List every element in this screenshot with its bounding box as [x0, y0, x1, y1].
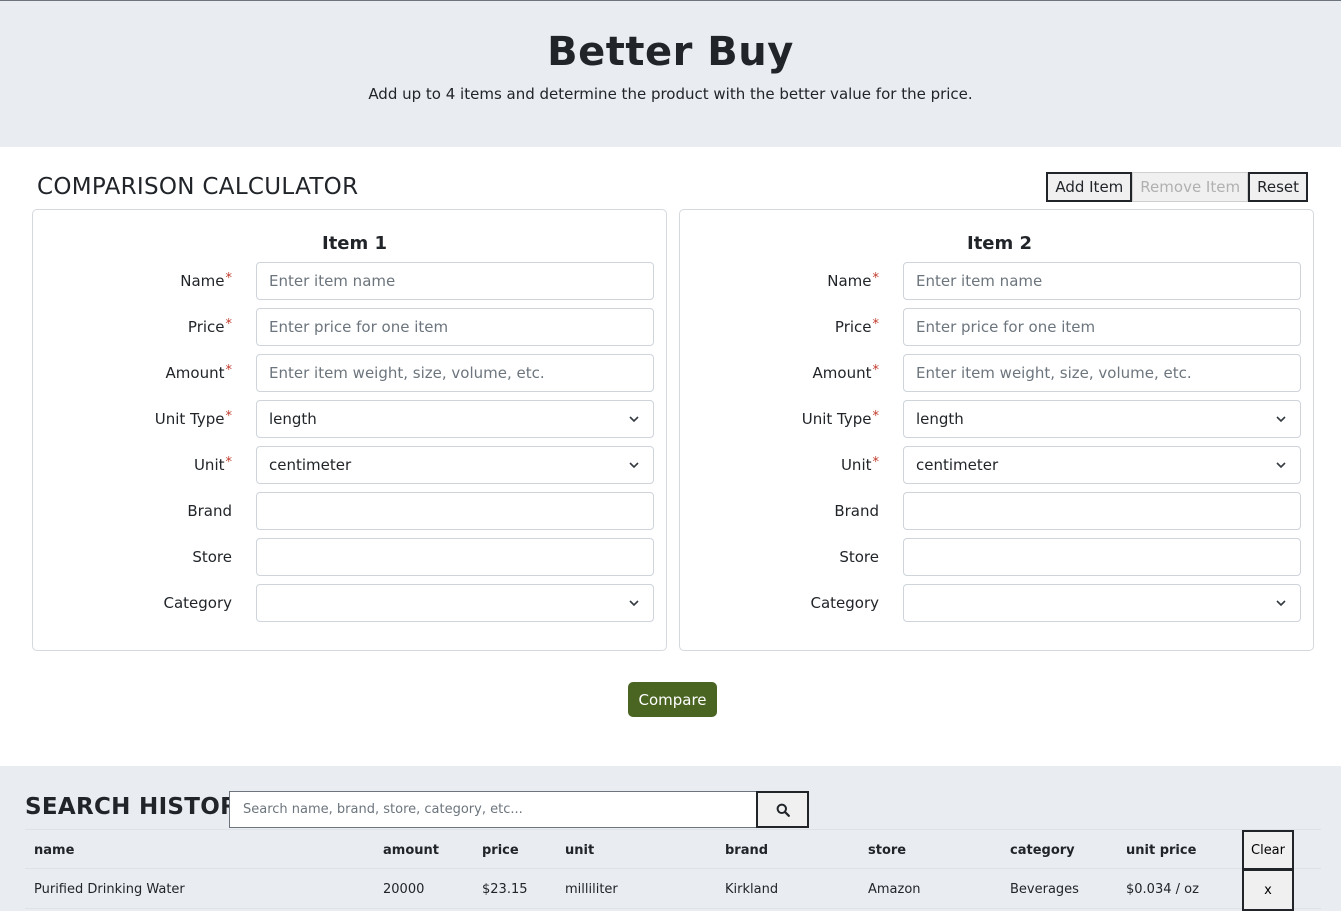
unit-row: Unit * centimeter: [33, 446, 666, 484]
cell-brand: Kirkland: [725, 881, 779, 897]
search-history-section: SEARCH HISTORY Search name, brand, store…: [0, 766, 1341, 911]
item-heading: Item 2: [967, 233, 1033, 254]
unit-value: centimeter: [916, 456, 999, 474]
price-row: Price * Enter price for one item: [680, 308, 1313, 346]
unit-type-row: Unit Type * length: [680, 400, 1313, 438]
item-card-2: Item 2 Name * Enter item name Price * Ente…: [679, 209, 1314, 651]
column-header: amount: [383, 842, 439, 858]
unit-type-select[interactable]: length: [903, 400, 1301, 438]
chevron-down-icon: [629, 462, 639, 469]
table-header-row: name amount price unit brand store categ…: [25, 829, 1321, 870]
item-heading: Item 1: [322, 233, 388, 254]
unit-type-value: length: [916, 410, 964, 428]
price-row: Price * Enter price for one item: [33, 308, 666, 346]
category-label: Category: [810, 594, 879, 612]
brand-label: Brand: [187, 502, 232, 520]
chevron-down-icon: [1276, 462, 1286, 469]
chevron-down-icon: [1276, 600, 1286, 607]
column-header: brand: [725, 842, 769, 858]
calculator-actions: Add Item Remove Item Reset: [1046, 172, 1308, 202]
column-header: category: [1010, 842, 1075, 858]
cell-store: Amazon: [868, 881, 921, 897]
amount-row: Amount * Enter item weight, size, volume,…: [33, 354, 666, 392]
name-row: Name * Enter item name: [680, 262, 1313, 300]
unit-label: Unit *: [193, 454, 232, 475]
chevron-down-icon: [1276, 416, 1286, 423]
unit-select[interactable]: centimeter: [903, 446, 1301, 484]
store-row: Store: [33, 538, 666, 576]
price-input[interactable]: Enter price for one item: [903, 308, 1301, 346]
store-label: Store: [192, 548, 232, 566]
price-label: Price *: [834, 316, 879, 337]
cell-unit-price: $0.034 / oz: [1126, 881, 1199, 897]
compare-button[interactable]: Compare: [628, 682, 717, 717]
name-label: Name *: [827, 270, 879, 291]
unit-type-select[interactable]: length: [256, 400, 654, 438]
price-input[interactable]: Enter price for one item: [256, 308, 654, 346]
chevron-down-icon: [629, 416, 639, 423]
unit-type-value: length: [269, 410, 317, 428]
category-label: Category: [163, 594, 232, 612]
cell-name: Purified Drinking Water: [34, 881, 185, 897]
unit-label: Unit *: [840, 454, 879, 475]
category-select[interactable]: [256, 584, 654, 622]
category-row: Category: [33, 584, 666, 622]
page-title: Better Buy: [547, 29, 794, 75]
amount-input[interactable]: Enter item weight, size, volume, etc.: [256, 354, 654, 392]
column-header: price: [482, 842, 519, 858]
brand-row: Brand: [33, 492, 666, 530]
brand-input[interactable]: [903, 492, 1301, 530]
unit-type-label: Unit Type *: [154, 408, 232, 429]
amount-label: Amount *: [165, 362, 232, 383]
chevron-down-icon: [629, 600, 639, 607]
unit-type-row: Unit Type * length: [33, 400, 666, 438]
column-header: store: [868, 842, 907, 858]
history-title: SEARCH HISTORY: [25, 794, 254, 820]
calculator-title: COMPARISON CALCULATOR: [37, 174, 359, 200]
store-row: Store: [680, 538, 1313, 576]
category-row: Category: [680, 584, 1313, 622]
column-header: unit: [565, 842, 595, 858]
history-search-button[interactable]: [756, 791, 809, 828]
unit-row: Unit * centimeter: [680, 446, 1313, 484]
name-input[interactable]: Enter item name: [903, 262, 1301, 300]
name-row: Name * Enter item name: [33, 262, 666, 300]
unit-type-label: Unit Type *: [801, 408, 879, 429]
brand-input[interactable]: [256, 492, 654, 530]
cell-amount: 20000: [383, 881, 425, 897]
price-label: Price *: [187, 316, 232, 337]
amount-label: Amount *: [812, 362, 879, 383]
category-select[interactable]: [903, 584, 1301, 622]
page-header: Better Buy Add up to 4 items and determi…: [0, 1, 1341, 147]
column-header: unit price: [1126, 842, 1197, 858]
amount-input[interactable]: Enter item weight, size, volume, etc.: [903, 354, 1301, 392]
clear-history-button[interactable]: Clear: [1242, 830, 1294, 870]
remove-item-button[interactable]: Remove Item: [1132, 172, 1249, 202]
add-item-button[interactable]: Add Item: [1046, 172, 1133, 202]
cell-unit: milliliter: [565, 881, 618, 897]
store-input[interactable]: [903, 538, 1301, 576]
cell-price: $23.15: [482, 881, 528, 897]
amount-row: Amount * Enter item weight, size, volume,…: [680, 354, 1313, 392]
page-subtitle: Add up to 4 items and determine the prod…: [368, 85, 973, 103]
delete-row-button[interactable]: x: [1242, 869, 1294, 911]
brand-label: Brand: [834, 502, 879, 520]
column-header: name: [34, 842, 75, 858]
cell-category: Beverages: [1010, 881, 1079, 897]
table-row: Purified Drinking Water 20000 $23.15 mil…: [25, 869, 1321, 911]
search-icon: [776, 803, 790, 817]
name-label: Name *: [180, 270, 232, 291]
reset-button[interactable]: Reset: [1248, 172, 1308, 202]
store-input[interactable]: [256, 538, 654, 576]
item-card-1: Item 1 Name * Enter item name Price * Ente…: [32, 209, 667, 651]
brand-row: Brand: [680, 492, 1313, 530]
unit-select[interactable]: centimeter: [256, 446, 654, 484]
name-input[interactable]: Enter item name: [256, 262, 654, 300]
unit-value: centimeter: [269, 456, 352, 474]
history-search-input[interactable]: Search name, brand, store, category, etc…: [229, 791, 757, 828]
store-label: Store: [839, 548, 879, 566]
